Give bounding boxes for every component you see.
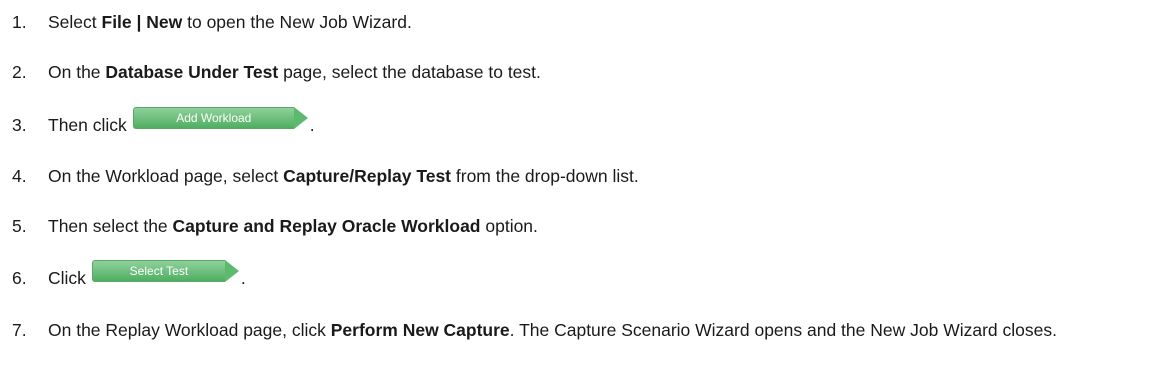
step-text-post: . [309,115,315,135]
step-number: 1. [12,12,27,32]
add-workload-button[interactable]: Add Workload [132,107,308,129]
step-text-post: . [240,268,246,288]
step-text: Then select the Capture and Replay Oracl… [48,214,1110,238]
step-text: On the Database Under Test page, select … [48,60,1110,84]
step-text: Click Select Test. [48,260,1110,290]
step-text-pre: Click [48,268,86,288]
step-number: 3. [12,115,27,135]
step-text: Then click Add Workload. [48,107,1110,137]
step-number: 4. [12,166,27,186]
step-text-pre: On the Workload page, select [48,166,284,186]
step-text-pre: Then click [48,115,127,135]
menu-path: File | New [101,12,183,32]
step-text: On the Workload page, select Capture/Rep… [48,164,1110,188]
step-text-pre: On the [48,62,106,82]
step-text-pre: Select [48,12,102,32]
step-text-post: . The Capture Scenario Wizard opens and … [509,320,1057,340]
step-text-post: page, select the database to test. [278,62,541,82]
step-number: 5. [12,216,27,236]
select-test-button[interactable]: Select Test [91,260,239,282]
step-text-post: option. [480,216,538,236]
step-number: 7. [12,320,27,340]
action-name: Perform New Capture [330,320,510,340]
step-number: 2. [12,62,27,82]
instruction-steps: 1. Select File | New to open the New Job… [0,0,1149,385]
step-text: Select File | New to open the New Job Wi… [48,10,1110,34]
option-name: Capture and Replay Oracle Workload [172,216,481,236]
step-text-pre: On the Replay Workload page, click [48,320,331,340]
step-text-pre: Then select the [48,216,173,236]
step-text: On the Replay Workload page, click Perfo… [48,318,1110,342]
step-text-post: to open the New Job Wizard. [182,12,412,32]
step-text-post: from the drop-down list. [451,166,639,186]
page-name: Database Under Test [105,62,279,82]
test-type: Capture/Replay Test [283,166,452,186]
step-number: 6. [12,268,27,288]
